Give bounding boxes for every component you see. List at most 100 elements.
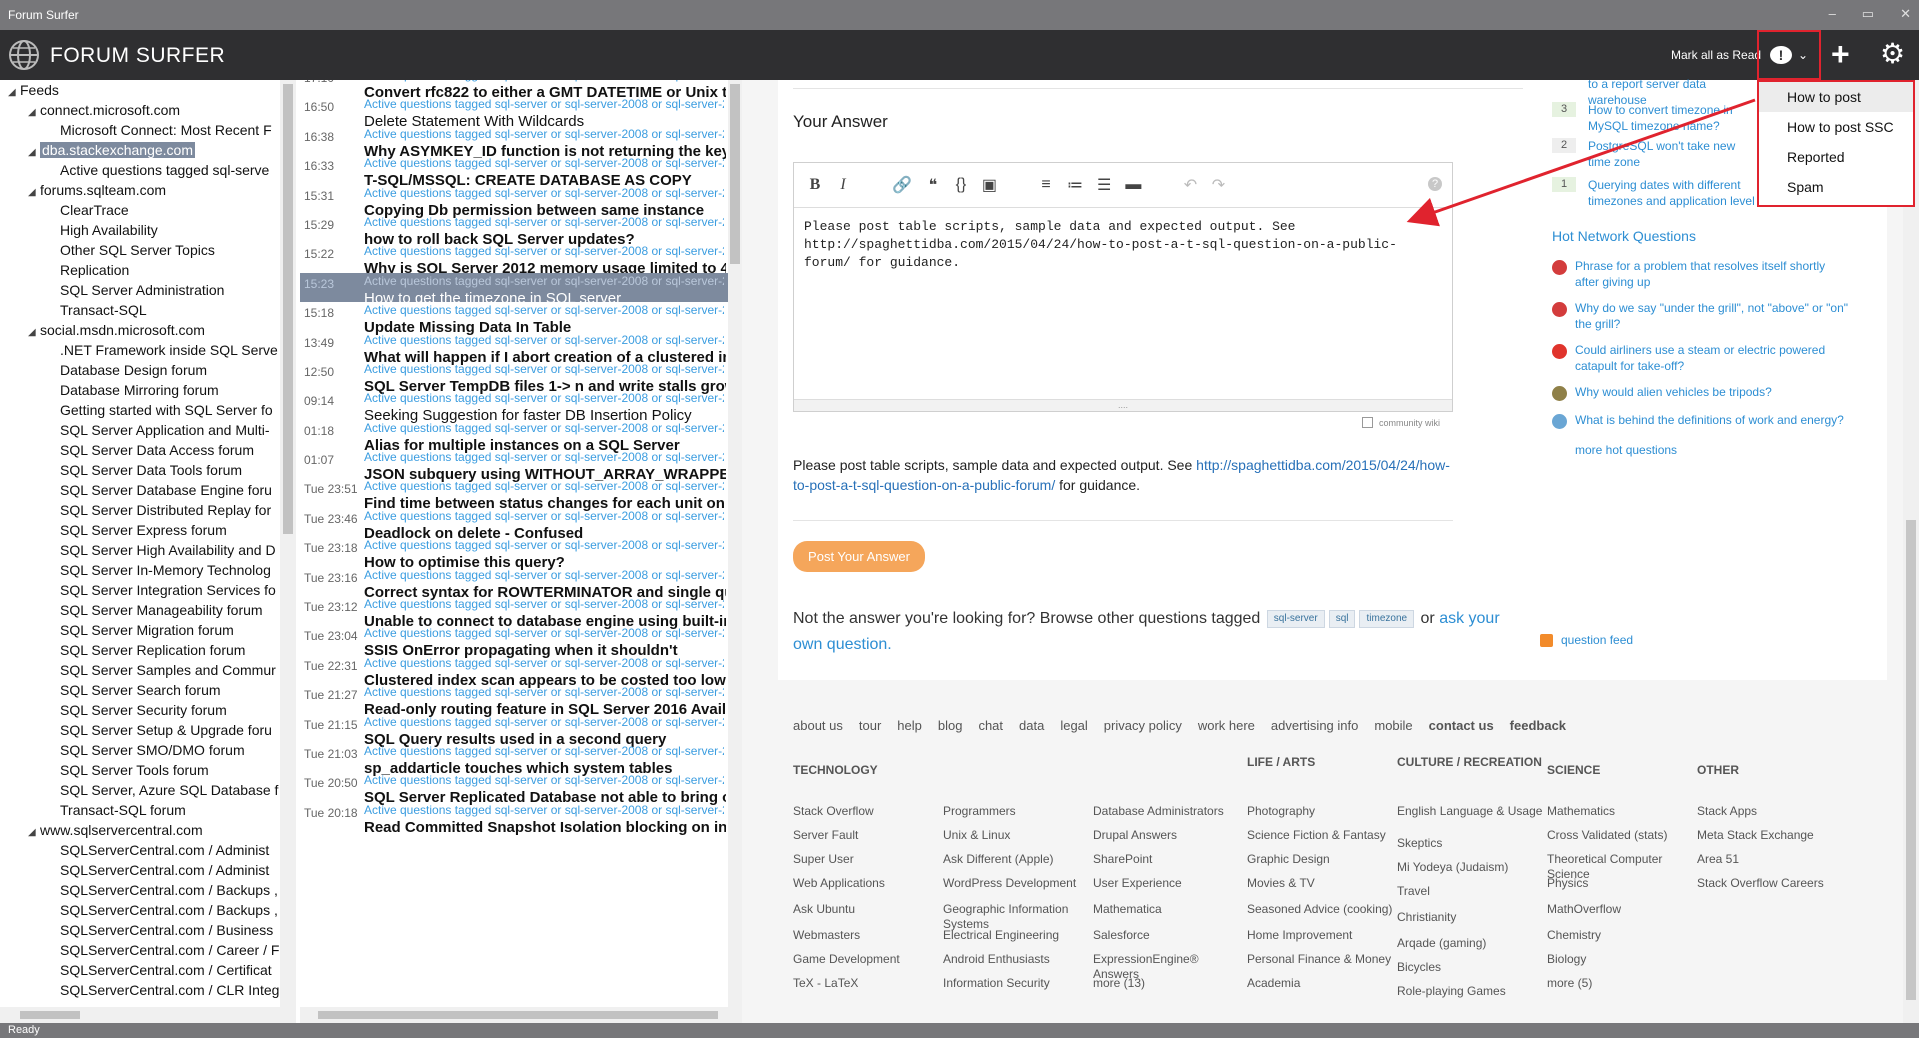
resize-grip[interactable]: .... <box>794 399 1452 411</box>
footer-site-link[interactable]: Game Development <box>793 952 943 967</box>
numbered-list-icon[interactable]: ≡ <box>1039 176 1053 194</box>
tree-node[interactable]: SQL Server, Azure SQL Database f <box>0 780 280 800</box>
community-wiki-checkbox[interactable] <box>1362 417 1373 428</box>
tree-node[interactable]: High Availability <box>0 220 280 240</box>
mark-all-read-button[interactable]: Mark all as Read <box>1671 48 1761 62</box>
footer-link[interactable]: privacy policy <box>1104 718 1182 733</box>
question-row[interactable]: Tue 21:15 Active questions tagged sql-ser… <box>300 714 728 748</box>
community-wiki-option[interactable]: community wiki <box>1362 417 1440 428</box>
tree-node[interactable]: SQLServerCentral.com / Administ <box>0 840 280 860</box>
tree-node[interactable]: SQL Server Data Access forum <box>0 440 280 460</box>
question-list-vertical-scrollbar[interactable] <box>728 80 742 1007</box>
question-row[interactable]: 16:38 Active questions tagged sql-server … <box>300 126 728 160</box>
heading-icon[interactable]: ☰ <box>1097 175 1111 195</box>
expand-toggle-icon[interactable]: ◢ <box>28 143 40 160</box>
tree-node[interactable]: Other SQL Server Topics <box>0 240 280 260</box>
restore-button[interactable]: ▭ <box>1862 6 1874 22</box>
question-row[interactable]: 13:49 Active questions tagged sql-server … <box>300 332 728 366</box>
tree-node[interactable]: Transact-SQL <box>0 300 280 320</box>
tree-vertical-scrollbar[interactable] <box>280 80 296 1007</box>
footer-link[interactable]: help <box>897 718 922 733</box>
footer-site-link[interactable]: Meta Stack Exchange <box>1697 828 1847 843</box>
question-row[interactable]: Tue 20:18 Active questions tagged sql-ser… <box>300 802 728 836</box>
scrollbar-thumb[interactable] <box>318 1011 718 1019</box>
related-question[interactable]: 2 PostgreSQL won't take new time zone <box>1552 138 1758 170</box>
footer-site-link[interactable]: Drupal Answers <box>1093 828 1243 843</box>
question-row[interactable]: Tue 23:16 Active questions tagged sql-ser… <box>300 567 728 601</box>
footer-link[interactable]: data <box>1019 718 1044 733</box>
footer-site-link[interactable]: Ask Ubuntu <box>793 902 943 917</box>
tree-node[interactable]: SQLServerCentral.com / Business <box>0 920 280 940</box>
tree-node[interactable]: ◢ Feeds <box>0 80 280 100</box>
question-row[interactable]: 16:33 Active questions tagged sql-server … <box>300 155 728 189</box>
scrollbar-thumb[interactable] <box>730 84 740 264</box>
footer-site-link[interactable]: Salesforce <box>1093 928 1243 943</box>
footer-site-link[interactable]: Super User <box>793 852 943 867</box>
italic-icon[interactable]: I <box>836 176 850 194</box>
answer-textarea[interactable] <box>794 207 1452 399</box>
footer-site-link[interactable]: Electrical Engineering <box>943 928 1093 943</box>
footer-site-link[interactable]: Android Enthusiasts <box>943 952 1093 967</box>
footer-site-link[interactable]: Web Applications <box>793 876 943 891</box>
help-icon[interactable]: ? <box>1428 177 1442 191</box>
tree-node[interactable]: SQL Server Express forum <box>0 520 280 540</box>
question-row[interactable]: 16:50 Active questions tagged sql-server … <box>300 96 728 130</box>
tree-node[interactable]: ◢ social.msdn.microsoft.com <box>0 320 280 340</box>
browser-vertical-scrollbar[interactable] <box>1903 80 1919 1023</box>
footer-site-link[interactable]: Stack Overflow Careers <box>1697 876 1847 891</box>
tree-node[interactable]: SQL Server Setup & Upgrade foru <box>0 720 280 740</box>
footer-site-link[interactable]: Webmasters <box>793 928 943 943</box>
related-question[interactable]: 3 How to convert timezone in MySQL timezo… <box>1552 102 1758 134</box>
menu-item-spam[interactable]: Spam <box>1759 172 1913 202</box>
related-question-link[interactable]: How to convert timezone in MySQL timezon… <box>1588 102 1758 134</box>
footer-site-link[interactable]: Arqade (gaming) <box>1397 936 1547 951</box>
footer-site-link[interactable]: English Language & Usage <box>1397 804 1547 819</box>
hot-question[interactable]: Why do we say "under the grill", not "ab… <box>1552 300 1852 332</box>
tree-node[interactable]: Microsoft Connect: Most Recent F <box>0 120 280 140</box>
footer-site-link[interactable]: Biology <box>1547 952 1697 967</box>
footer-site-link[interactable]: Ask Different (Apple) <box>943 852 1093 867</box>
question-row[interactable]: Tue 21:03 Active questions tagged sql-ser… <box>300 743 728 777</box>
tree-node[interactable]: SQL Server Application and Multi- <box>0 420 280 440</box>
menu-item-how-to-post-ssc[interactable]: How to post SSC <box>1759 112 1913 142</box>
footer-link[interactable]: advertising info <box>1271 718 1358 733</box>
footer-site-link[interactable]: Unix & Linux <box>943 828 1093 843</box>
footer-site-link[interactable]: Mathematica <box>1093 902 1243 917</box>
hot-question-link[interactable]: Could airliners use a steam or electric … <box>1575 342 1852 374</box>
footer-link[interactable]: feedback <box>1510 718 1566 733</box>
tree-node[interactable]: SQLServerCentral.com / Career / F <box>0 940 280 960</box>
tree-node[interactable]: Active questions tagged sql-serve <box>0 160 280 180</box>
close-button[interactable]: ✕ <box>1900 6 1911 22</box>
question-row[interactable]: 01:07 Active questions tagged sql-server … <box>300 449 728 483</box>
footer-site-link[interactable]: Home Improvement <box>1247 928 1397 943</box>
footer-site-link[interactable]: Cross Validated (stats) <box>1547 828 1697 843</box>
footer-site-link[interactable]: Personal Finance & Money <box>1247 952 1397 967</box>
hot-question[interactable]: Could airliners use a steam or electric … <box>1552 342 1852 374</box>
tree-node[interactable]: SQL Server Manageability forum <box>0 600 280 620</box>
footer-site-link[interactable]: Christianity <box>1397 910 1547 925</box>
minimize-button[interactable]: – <box>1829 6 1836 22</box>
tree-node[interactable]: Replication <box>0 260 280 280</box>
related-question-link[interactable]: Querying dates with different timezones … <box>1588 177 1758 209</box>
footer-site-link[interactable]: Database Administrators <box>1093 804 1243 819</box>
horizontal-rule-icon[interactable]: ▬ <box>1125 176 1141 194</box>
question-row[interactable]: Tue 23:04 Active questions tagged sql-ser… <box>300 625 728 659</box>
question-row[interactable]: Tue 23:12 Active questions tagged sql-ser… <box>300 596 728 630</box>
tree-node[interactable]: SQL Server Security forum <box>0 700 280 720</box>
footer-site-link[interactable]: Physics <box>1547 876 1697 891</box>
undo-icon[interactable]: ↶ <box>1183 175 1197 195</box>
hot-question-link[interactable]: Phrase for a problem that resolves itsel… <box>1575 258 1852 290</box>
footer-link[interactable]: work here <box>1198 718 1255 733</box>
tree-node[interactable]: Getting started with SQL Server fo <box>0 400 280 420</box>
footer-site-link[interactable]: User Experience <box>1093 876 1243 891</box>
footer-site-link[interactable]: Graphic Design <box>1247 852 1397 867</box>
link-icon[interactable]: 🔗 <box>892 175 912 195</box>
footer-link[interactable]: tour <box>859 718 881 733</box>
footer-site-link[interactable]: more (13) <box>1093 976 1243 991</box>
footer-site-link[interactable]: Stack Apps <box>1697 804 1847 819</box>
footer-site-link[interactable]: Server Fault <box>793 828 943 843</box>
tree-node[interactable]: Transact-SQL forum <box>0 800 280 820</box>
question-row[interactable]: 15:31 Active questions tagged sql-server … <box>300 185 728 219</box>
question-row[interactable]: Tue 22:31 Active questions tagged sql-ser… <box>300 655 728 689</box>
footer-site-link[interactable]: SharePoint <box>1093 852 1243 867</box>
